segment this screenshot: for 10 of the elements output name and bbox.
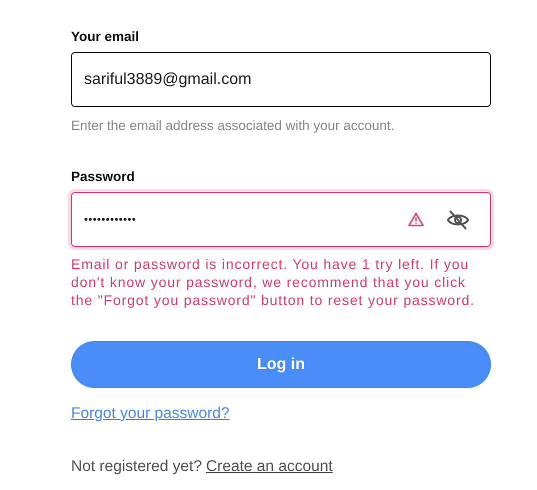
field-label: Your email xyxy=(71,29,140,45)
error-message: Email or password is incorrect. You have 1 try left. If you don't know your password, we recommend that you click the "Forgot you password" button to reset your password. xyxy=(71,255,476,309)
password-field[interactable]: •••••••••••• xyxy=(71,192,491,247)
eye-slash-icon[interactable] xyxy=(446,208,470,230)
field-hint: Enter the email address associated with your account. xyxy=(71,117,396,135)
warning-icon xyxy=(408,212,424,227)
create-account-link[interactable]: Create an account xyxy=(206,458,333,475)
field-label: Password xyxy=(71,169,136,185)
register-prompt: Not registered yet? xyxy=(71,458,202,475)
email-field[interactable]: sariful3889@gmail.com xyxy=(71,52,491,107)
